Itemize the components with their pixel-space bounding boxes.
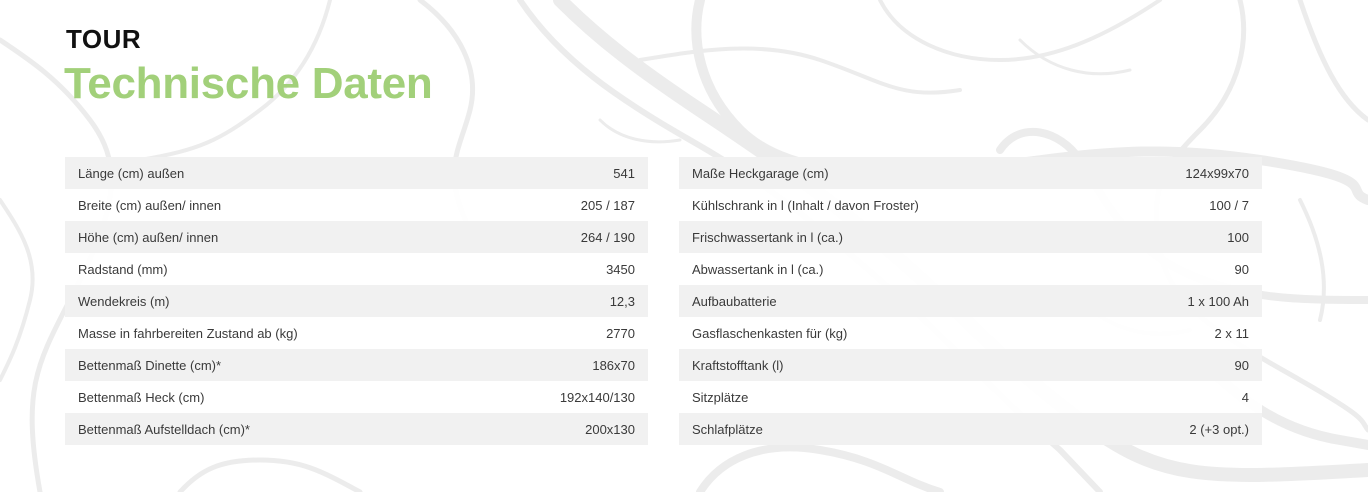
spec-label: Länge (cm) außen — [78, 165, 185, 181]
spec-value: 1 x 100 Ah — [1187, 293, 1249, 309]
spec-value: 200x130 — [585, 421, 635, 437]
page-title: Technische Daten — [64, 59, 433, 108]
spec-value: 186x70 — [592, 357, 635, 373]
spec-label: Abwassertank in l (ca.) — [692, 261, 824, 277]
spec-value: 2 (+3 opt.) — [1189, 421, 1249, 437]
spec-row: Radstand (mm) 3450 — [65, 253, 648, 285]
spec-row: Höhe (cm) außen/ innen 264 / 190 — [65, 221, 648, 253]
spec-label: Höhe (cm) außen/ innen — [78, 229, 219, 245]
spec-value: 3450 — [606, 261, 635, 277]
spec-label: Kühlschrank in l (Inhalt / davon Froster… — [692, 197, 919, 213]
spec-row: Schlafplätze 2 (+3 opt.) — [679, 413, 1262, 445]
spec-label: Breite (cm) außen/ innen — [78, 197, 222, 213]
spec-label: Bettenmaß Heck (cm) — [78, 389, 205, 405]
spec-label: Maße Heckgarage (cm) — [692, 165, 829, 181]
spec-row: Sitzplätze 4 — [679, 381, 1262, 413]
spec-row: Bettenmaß Heck (cm) 192x140/130 — [65, 381, 648, 413]
spec-row: Länge (cm) außen 541 — [65, 157, 648, 189]
spec-table-right: Maße Heckgarage (cm) 124x99x70 Kühlschran… — [679, 157, 1262, 445]
spec-row: Abwassertank in l (ca.) 90 — [679, 253, 1262, 285]
spec-label: Kraftstofftank (l) — [692, 357, 784, 373]
spec-row: Kühlschrank in l (Inhalt / davon Froster… — [679, 189, 1262, 221]
spec-value: 12,3 — [609, 293, 635, 309]
spec-label: Schlafplätze — [692, 421, 763, 437]
spec-row: Frischwassertank in l (ca.) 100 — [679, 221, 1262, 253]
spec-label: Aufbaubatterie — [692, 293, 777, 309]
spec-value: 264 / 190 — [580, 229, 635, 245]
spec-label: Bettenmaß Dinette (cm)* — [78, 357, 222, 373]
model-eyebrow: TOUR — [66, 24, 142, 54]
spec-value: 124x99x70 — [1185, 165, 1249, 181]
spec-value: 2770 — [606, 325, 635, 341]
spec-value: 90 — [1234, 261, 1249, 277]
spec-label: Frischwassertank in l (ca.) — [692, 229, 843, 245]
spec-value: 4 — [1241, 389, 1249, 405]
spec-row: Aufbaubatterie 1 x 100 Ah — [679, 285, 1262, 317]
spec-table-left: Länge (cm) außen 541 Breite (cm) außen/ i… — [65, 157, 648, 445]
spec-value: 205 / 187 — [580, 197, 635, 213]
spec-value: 100 — [1227, 229, 1249, 245]
spec-label: Wendekreis (m) — [78, 293, 170, 309]
spec-row: Masse in fahrbereiten Zustand ab (kg) 277… — [65, 317, 648, 349]
spec-row: Bettenmaß Aufstelldach (cm)* 200x130 — [65, 413, 648, 445]
spec-label: Gasflaschenkasten für (kg) — [692, 325, 848, 341]
spec-value: 90 — [1234, 357, 1249, 373]
spec-value: 192x140/130 — [559, 389, 635, 405]
spec-label: Sitzplätze — [692, 389, 749, 405]
spec-label: Masse in fahrbereiten Zustand ab (kg) — [78, 325, 298, 341]
spec-value: 100 / 7 — [1209, 197, 1249, 213]
spec-row: Wendekreis (m) 12,3 — [65, 285, 648, 317]
spec-row: Gasflaschenkasten für (kg) 2 x 11 — [679, 317, 1262, 349]
content-area: TOUR Technische Daten Länge (cm) außen 54… — [0, 0, 1368, 492]
spec-row: Kraftstofftank (l) 90 — [679, 349, 1262, 381]
spec-label: Bettenmaß Aufstelldach (cm)* — [78, 421, 250, 437]
spec-row: Bettenmaß Dinette (cm)* 186x70 — [65, 349, 648, 381]
spec-label: Radstand (mm) — [78, 261, 168, 277]
spec-row: Breite (cm) außen/ innen 205 / 187 — [65, 189, 648, 221]
spec-value: 2 x 11 — [1214, 325, 1249, 341]
spec-value: 541 — [613, 165, 635, 181]
spec-row: Maße Heckgarage (cm) 124x99x70 — [679, 157, 1262, 189]
